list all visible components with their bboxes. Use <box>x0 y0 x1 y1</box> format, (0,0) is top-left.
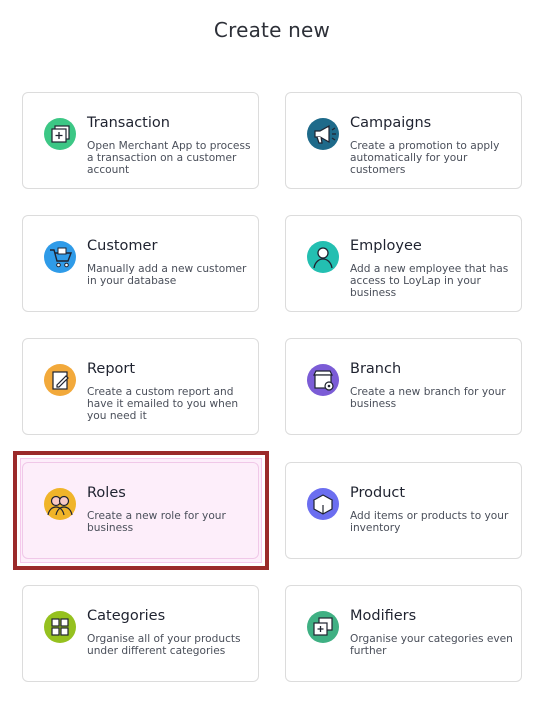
card-description: Organise your categories even further <box>350 633 513 657</box>
card-description: Open Merchant App to process a transacti… <box>87 140 251 176</box>
card-description: Add a new employee that has access to Lo… <box>350 263 509 299</box>
card-title: Employee <box>350 238 422 254</box>
card-categories[interactable]: Categories Organise all of your products… <box>22 585 259 682</box>
transaction-icon <box>43 117 77 151</box>
shopping-cart-icon <box>43 240 77 274</box>
box-icon <box>306 487 340 521</box>
card-customer[interactable]: Customer Manually add a new customer in … <box>22 215 259 312</box>
card-title: Roles <box>87 485 126 501</box>
roles-icon <box>43 487 77 521</box>
card-employee[interactable]: Employee Add a new employee that has acc… <box>285 215 522 312</box>
card-description: Create a custom report and have it email… <box>87 386 239 422</box>
page-title: Create new <box>213 18 331 42</box>
card-product[interactable]: Product Add items or products to your in… <box>285 462 522 559</box>
card-title: Product <box>350 485 406 501</box>
card-title: Campaigns <box>350 115 432 131</box>
card-description: Add items or products to your inventory <box>350 510 509 534</box>
card-report[interactable]: Report Create a custom report and have i… <box>22 338 259 435</box>
card-roles[interactable]: Roles Create a new role for your busines… <box>22 462 259 559</box>
employee-icon <box>306 240 340 274</box>
card-description: Manually add a new customer in your data… <box>87 263 247 287</box>
card-campaigns[interactable]: Campaigns Create a promotion to apply au… <box>285 92 522 189</box>
card-title: Modifiers <box>350 608 417 624</box>
card-title: Branch <box>350 361 402 377</box>
card-title: Customer <box>87 238 158 254</box>
card-branch[interactable]: Branch Create a new branch for your busi… <box>285 338 522 435</box>
card-modifiers[interactable]: Modifiers Organise your categories even … <box>285 585 522 682</box>
storefront-icon <box>306 363 340 397</box>
report-icon <box>43 363 77 397</box>
card-description: Create a new branch for your business <box>350 386 506 410</box>
card-title: Report <box>87 361 136 377</box>
card-description: Organise all of your products under diff… <box>87 633 241 657</box>
card-title: Transaction <box>87 115 170 131</box>
card-description: Create a promotion to apply automaticall… <box>350 140 500 176</box>
card-description: Create a new role for your business <box>87 510 226 534</box>
categories-icon <box>43 610 77 644</box>
card-title: Categories <box>87 608 166 624</box>
modifiers-icon <box>306 610 340 644</box>
card-transaction[interactable]: Transaction Open Merchant App to process… <box>22 92 259 189</box>
megaphone-icon <box>306 117 340 151</box>
